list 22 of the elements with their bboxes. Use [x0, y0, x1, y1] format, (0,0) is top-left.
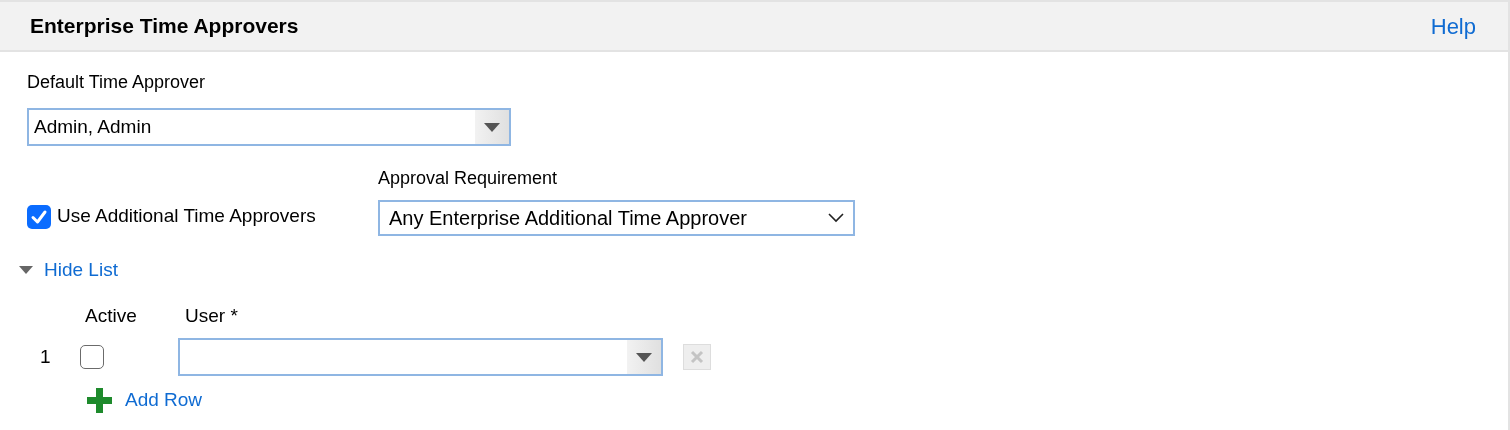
triangle-icon[interactable] [19, 266, 33, 275]
chevron-down-icon [828, 213, 844, 223]
checkbox[interactable] [80, 345, 104, 369]
dropdown-button[interactable] [627, 340, 661, 374]
add-row-link[interactable]: Add Row [125, 386, 203, 415]
row-number: 1 [40, 344, 52, 369]
requirement-select[interactable]: Any Enterprise Additional Time Approver [378, 200, 855, 236]
caret-icon [484, 122, 500, 132]
column-header: User * [185, 303, 238, 328]
approver-select[interactable]: Admin, Admin [27, 108, 511, 146]
field-label: Approval Requirement [378, 167, 559, 190]
dropdown-button[interactable] [475, 110, 509, 144]
hide-list-link[interactable]: Hide List [44, 256, 118, 285]
page-title: Enterprise Time Approvers [30, 13, 299, 40]
checkbox-label: Use Additional Time Approvers [57, 204, 316, 229]
column-header: Active [85, 303, 138, 328]
caret-icon [636, 352, 652, 362]
help-link[interactable]: Help [1430, 9, 1476, 43]
field-label: Default Time Approver [27, 71, 207, 94]
checkbox[interactable] [27, 204, 51, 229]
plus-icon[interactable] [87, 387, 112, 413]
close-icon [689, 349, 705, 365]
